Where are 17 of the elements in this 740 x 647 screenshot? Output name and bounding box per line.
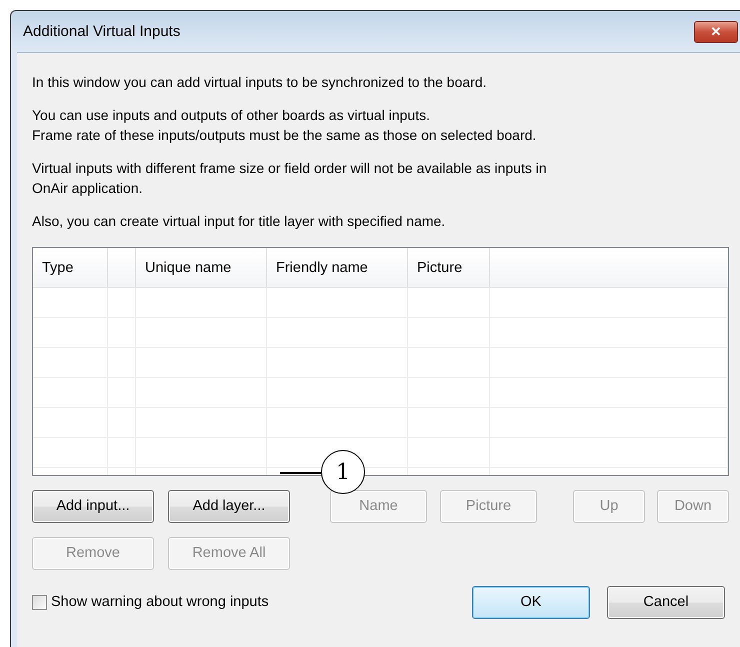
- ok-button[interactable]: OK: [472, 586, 590, 618]
- column-header[interactable]: Type: [33, 248, 108, 287]
- column-header[interactable]: Friendly name: [267, 248, 408, 287]
- close-button[interactable]: ✕: [694, 20, 738, 42]
- dialog-button[interactable]: Add layer...: [168, 490, 290, 522]
- checkbox[interactable]: [32, 594, 47, 610]
- description-text: Also, you can create virtual input for title layer with specified name.: [32, 212, 446, 231]
- dialog-button[interactable]: Add input...: [32, 490, 154, 522]
- window-title: Additional Virtual Inputs: [22, 23, 182, 40]
- description-text: Virtual inputs with different frame size or field order will not be available as inputs in OnAir application.: [32, 159, 548, 198]
- checkbox-label: Show warning about wrong inputs: [51, 594, 269, 610]
- column-header[interactable]: Picture: [408, 248, 490, 287]
- description-text: You can use inputs and outputs of other boards as virtual inputs. Frame rate of these inputs/outputs must be the same as those on selected board.: [32, 106, 538, 145]
- description-text: In this window you can add virtual inputs to be synchronized to the board.: [32, 73, 488, 92]
- column-header[interactable]: Unique name: [136, 248, 267, 287]
- leader-line: [280, 472, 321, 474]
- cancel-button[interactable]: Cancel: [607, 586, 725, 618]
